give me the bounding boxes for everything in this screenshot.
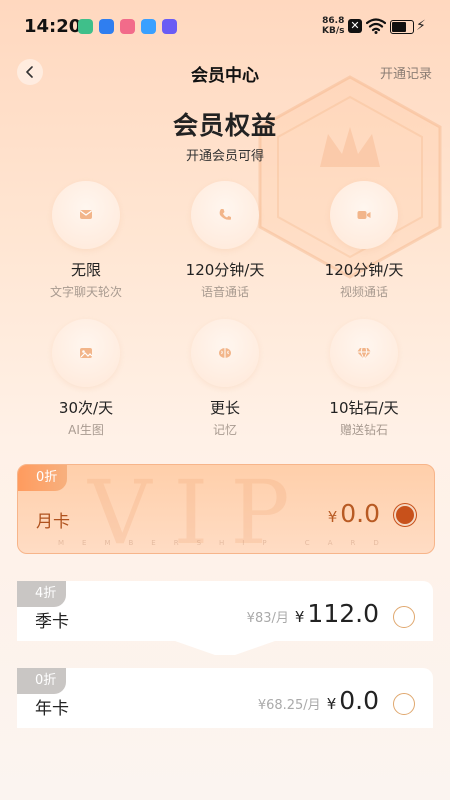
app-notification-icon — [162, 19, 177, 34]
plan-name: 月卡 — [36, 512, 70, 532]
benefit-icon-circle — [191, 319, 259, 387]
plan-radio-selected[interactable] — [394, 504, 416, 526]
benefit-value: 无限 — [70, 261, 101, 279]
message-icon — [80, 210, 92, 219]
card-tab-notch — [175, 641, 275, 655]
app-notification-icon — [141, 19, 156, 34]
benefit-icon-circle — [330, 181, 398, 249]
plan-price: ¥68.25/月 ¥ 0.0 — [258, 686, 379, 715]
notification-icons — [78, 19, 177, 34]
charging-icon: ⚡ — [416, 18, 426, 34]
network-speed: 86.8 KB/s — [322, 16, 344, 36]
network-speed-value: 86.8 — [322, 16, 345, 26]
currency-symbol: ¥ — [326, 695, 337, 713]
benefit-text-chat: 无限 文字聊天轮次 — [16, 181, 156, 300]
benefit-label: 文字聊天轮次 — [49, 285, 122, 299]
benefit-label: AI生图 — [68, 423, 104, 437]
benefit-value: 10钻石/天 — [329, 399, 399, 417]
currency-symbol: ¥ — [294, 608, 305, 626]
plan-card-year[interactable]: 0折 年卡 ¥68.25/月 ¥ 0.0 — [17, 668, 433, 728]
benefit-label: 视频通话 — [339, 285, 388, 299]
image-icon — [80, 348, 93, 358]
benefit-icon-circle — [52, 319, 120, 387]
benefit-label: 语音通话 — [200, 285, 249, 299]
benefit-value: 120分钟/天 — [324, 261, 404, 279]
benefit-icon-circle — [52, 181, 120, 249]
membership-card-watermark: MEMBERSHIP CARD — [58, 539, 397, 547]
per-month-price: ¥83/月 — [246, 611, 289, 626]
benefit-memory: 更长 记忆 — [155, 319, 295, 438]
wifi-icon — [366, 18, 386, 34]
price-amount: 112.0 — [307, 599, 379, 628]
discount-badge: 0折 — [18, 465, 68, 491]
plan-radio[interactable] — [393, 606, 415, 628]
benefits-subtitle: 开通会员可得 — [185, 149, 264, 164]
benefit-ai-image: 30次/天 AI生图 — [16, 319, 156, 438]
plan-card-season[interactable]: 4折 季卡 ¥83/月 ¥ 112.0 — [17, 581, 433, 655]
per-month-price: ¥68.25/月 — [257, 698, 321, 713]
plan-radio[interactable] — [393, 693, 415, 715]
phone-icon — [219, 209, 231, 220]
benefit-value: 120分钟/天 — [185, 261, 265, 279]
app-notification-icon — [120, 19, 135, 34]
plan-name: 季卡 — [35, 612, 69, 632]
benefit-voice-call: 120分钟/天 语音通话 — [155, 181, 295, 300]
benefit-icon-circle — [330, 319, 398, 387]
plan-price: ¥83/月 ¥ 112.0 — [247, 599, 379, 628]
price-amount: 0.0 — [340, 499, 380, 528]
plan-name: 年卡 — [35, 699, 69, 719]
app-notification-icon — [99, 19, 114, 34]
no-sim-icon: ✕ — [348, 19, 362, 33]
discount-badge: 4折 — [17, 581, 67, 607]
price-amount: 0.0 — [339, 686, 379, 715]
benefits-title: 会员权益 — [172, 111, 277, 140]
benefit-label: 记忆 — [212, 423, 237, 437]
app-notification-icon — [78, 19, 93, 34]
diamond-icon — [357, 347, 371, 361]
memory-icon — [219, 348, 231, 358]
benefit-value: 更长 — [209, 399, 240, 417]
video-icon — [357, 211, 371, 219]
benefit-value: 30次/天 — [58, 399, 114, 417]
benefit-label: 赠送钻石 — [339, 423, 388, 437]
status-bar: 14:20 86.8 KB/s ✕ ⚡ — [0, 0, 450, 52]
benefit-icon-circle — [191, 181, 259, 249]
currency-symbol: ¥ — [327, 508, 338, 526]
plan-price: ¥ 0.0 — [328, 499, 380, 528]
benefit-diamonds: 10钻石/天 赠送钻石 — [294, 319, 434, 438]
status-time: 14:20 — [24, 16, 82, 37]
benefit-video-call: 120分钟/天 视频通话 — [294, 181, 434, 300]
plan-card-month[interactable]: VIP MEMBERSHIP CARD 0折 月卡 ¥ 0.0 — [17, 464, 435, 554]
discount-badge: 0折 — [17, 668, 67, 694]
battery-icon — [390, 20, 414, 34]
network-speed-unit: KB/s — [322, 26, 345, 36]
